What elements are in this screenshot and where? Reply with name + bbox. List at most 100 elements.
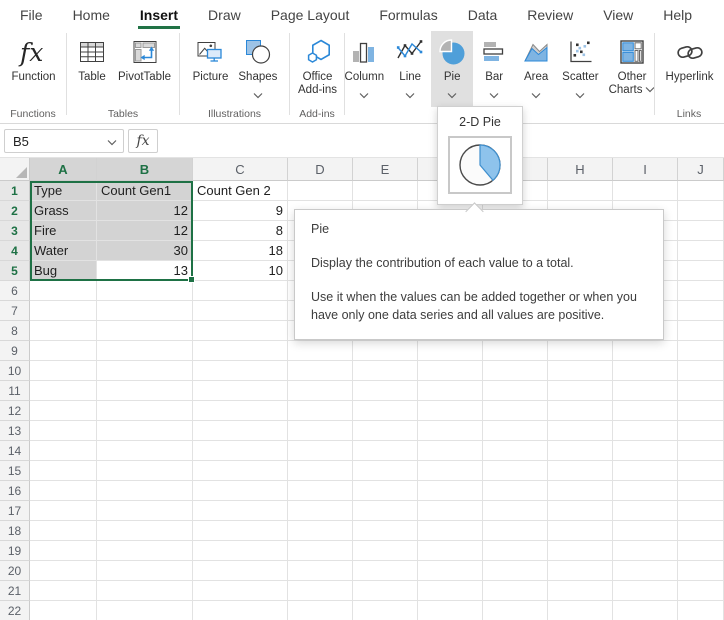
- cell-A20[interactable]: [30, 561, 97, 581]
- cell-A3[interactable]: Fire: [30, 221, 97, 241]
- cell-B22[interactable]: [97, 601, 193, 620]
- cell-E14[interactable]: [353, 441, 418, 461]
- cell-B17[interactable]: [97, 501, 193, 521]
- cell-I11[interactable]: [613, 381, 678, 401]
- cell-I20[interactable]: [613, 561, 678, 581]
- cell-H21[interactable]: [548, 581, 613, 601]
- row-header-9[interactable]: 9: [0, 341, 30, 361]
- cell-I19[interactable]: [613, 541, 678, 561]
- cell-E17[interactable]: [353, 501, 418, 521]
- cell-D21[interactable]: [288, 581, 353, 601]
- column-header-B[interactable]: B: [97, 158, 193, 181]
- ribbon-button-bar[interactable]: Bar: [473, 31, 515, 107]
- cell-H18[interactable]: [548, 521, 613, 541]
- chevron-down-icon[interactable]: [489, 86, 499, 94]
- cell-C6[interactable]: [193, 281, 288, 301]
- cell-G17[interactable]: [483, 501, 548, 521]
- cell-H13[interactable]: [548, 421, 613, 441]
- row-header-21[interactable]: 21: [0, 581, 30, 601]
- row-header-11[interactable]: 11: [0, 381, 30, 401]
- cell-B19[interactable]: [97, 541, 193, 561]
- cell-A15[interactable]: [30, 461, 97, 481]
- cell-E19[interactable]: [353, 541, 418, 561]
- cell-F19[interactable]: [418, 541, 483, 561]
- cell-C11[interactable]: [193, 381, 288, 401]
- row-header-17[interactable]: 17: [0, 501, 30, 521]
- cell-I10[interactable]: [613, 361, 678, 381]
- cell-A10[interactable]: [30, 361, 97, 381]
- ribbon-button-column[interactable]: Column: [340, 31, 390, 107]
- row-header-19[interactable]: 19: [0, 541, 30, 561]
- menu-tab-data[interactable]: Data: [468, 0, 498, 29]
- cell-C14[interactable]: [193, 441, 288, 461]
- cell-B5[interactable]: 13: [97, 261, 193, 281]
- cell-F21[interactable]: [418, 581, 483, 601]
- row-header-18[interactable]: 18: [0, 521, 30, 541]
- cell-C1[interactable]: Count Gen 2: [193, 181, 288, 201]
- cell-F12[interactable]: [418, 401, 483, 421]
- ribbon-button-line[interactable]: Line: [389, 31, 431, 107]
- row-header-2[interactable]: 2: [0, 201, 30, 221]
- cell-A2[interactable]: Grass: [30, 201, 97, 221]
- ribbon-button-table[interactable]: Table: [71, 31, 113, 107]
- cell-D18[interactable]: [288, 521, 353, 541]
- cell-C4[interactable]: 18: [193, 241, 288, 261]
- cell-C20[interactable]: [193, 561, 288, 581]
- cell-C15[interactable]: [193, 461, 288, 481]
- row-header-10[interactable]: 10: [0, 361, 30, 381]
- cell-F22[interactable]: [418, 601, 483, 620]
- cell-J14[interactable]: [678, 441, 724, 461]
- cell-D20[interactable]: [288, 561, 353, 581]
- cell-G20[interactable]: [483, 561, 548, 581]
- cell-G15[interactable]: [483, 461, 548, 481]
- menu-tab-review[interactable]: Review: [527, 0, 573, 29]
- cell-B4[interactable]: 30: [97, 241, 193, 261]
- cell-C12[interactable]: [193, 401, 288, 421]
- cell-B20[interactable]: [97, 561, 193, 581]
- cell-I22[interactable]: [613, 601, 678, 620]
- row-header-12[interactable]: 12: [0, 401, 30, 421]
- ribbon-button-pie[interactable]: Pie: [431, 31, 473, 107]
- ribbon-button-pivottable[interactable]: PivotTable: [113, 31, 176, 107]
- cell-I21[interactable]: [613, 581, 678, 601]
- cell-G19[interactable]: [483, 541, 548, 561]
- menu-tab-home[interactable]: Home: [73, 0, 110, 29]
- cell-I14[interactable]: [613, 441, 678, 461]
- cell-D19[interactable]: [288, 541, 353, 561]
- cell-H12[interactable]: [548, 401, 613, 421]
- cell-I1[interactable]: [613, 181, 678, 201]
- chevron-down-icon[interactable]: [645, 84, 655, 96]
- cell-F10[interactable]: [418, 361, 483, 381]
- cell-H10[interactable]: [548, 361, 613, 381]
- column-header-E[interactable]: E: [353, 158, 418, 181]
- cell-E11[interactable]: [353, 381, 418, 401]
- cell-G16[interactable]: [483, 481, 548, 501]
- cell-H11[interactable]: [548, 381, 613, 401]
- cell-C17[interactable]: [193, 501, 288, 521]
- cell-H1[interactable]: [548, 181, 613, 201]
- cell-D9[interactable]: [288, 341, 353, 361]
- cell-E1[interactable]: [353, 181, 418, 201]
- cell-C10[interactable]: [193, 361, 288, 381]
- cell-B6[interactable]: [97, 281, 193, 301]
- ribbon-button-shapes[interactable]: Shapes: [233, 31, 282, 107]
- cell-G10[interactable]: [483, 361, 548, 381]
- cell-D14[interactable]: [288, 441, 353, 461]
- cell-A21[interactable]: [30, 581, 97, 601]
- row-header-8[interactable]: 8: [0, 321, 30, 341]
- cell-A8[interactable]: [30, 321, 97, 341]
- cell-F20[interactable]: [418, 561, 483, 581]
- column-header-H[interactable]: H: [548, 158, 613, 181]
- cell-E16[interactable]: [353, 481, 418, 501]
- cell-E21[interactable]: [353, 581, 418, 601]
- cell-A5[interactable]: Bug: [30, 261, 97, 281]
- cell-J19[interactable]: [678, 541, 724, 561]
- cell-A16[interactable]: [30, 481, 97, 501]
- cell-J17[interactable]: [678, 501, 724, 521]
- row-header-22[interactable]: 22: [0, 601, 30, 620]
- name-box[interactable]: B5: [4, 129, 124, 153]
- cell-H20[interactable]: [548, 561, 613, 581]
- cell-D12[interactable]: [288, 401, 353, 421]
- row-header-4[interactable]: 4: [0, 241, 30, 261]
- cell-J5[interactable]: [678, 261, 724, 281]
